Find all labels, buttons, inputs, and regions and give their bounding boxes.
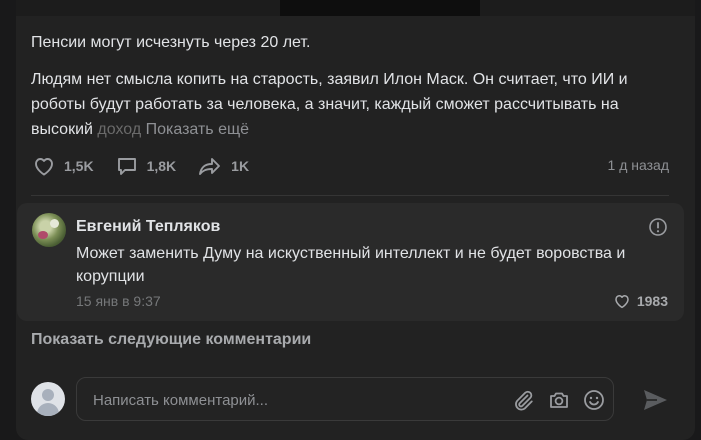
show-next-comments-link[interactable]: Показать следующие комментарии xyxy=(31,331,311,349)
comment-input[interactable] xyxy=(91,388,495,412)
comment-item: Евгений Тепляков Может заменить Думу на … xyxy=(17,203,684,321)
post-image-bottom-edge xyxy=(16,0,695,16)
comment-count: 1,8K xyxy=(146,158,177,174)
paperclip-icon xyxy=(515,390,533,411)
like-button[interactable]: 1,5K xyxy=(31,154,94,178)
comment-text: Может заменить Думу на искуственный инте… xyxy=(76,245,626,285)
heart-icon xyxy=(35,158,53,176)
like-count: 1,5K xyxy=(64,158,94,174)
share-arrow-icon xyxy=(199,158,221,175)
heart-icon xyxy=(615,295,629,309)
comment-author-name[interactable]: Евгений Тепляков xyxy=(76,218,220,236)
divider xyxy=(31,195,669,196)
emoji-button[interactable] xyxy=(582,388,606,417)
comment-like-count: 1983 xyxy=(636,293,668,309)
post-image-dark-area xyxy=(280,0,480,16)
comment-author-avatar[interactable] xyxy=(32,213,66,247)
send-icon xyxy=(644,390,667,410)
send-button[interactable] xyxy=(641,386,669,419)
comment-bubble-icon xyxy=(117,158,136,175)
post-title: Пенсии могут исчезнуть через 20 лет. xyxy=(31,34,311,51)
post-actions: 1,5K 1,8K 1K xyxy=(31,153,269,179)
attach-button[interactable] xyxy=(511,388,535,417)
comment-composer xyxy=(76,377,614,421)
show-more-link[interactable]: Показать ещё xyxy=(146,121,249,138)
comment-like-button[interactable]: 1983 xyxy=(612,292,668,310)
exclamation-circle-icon xyxy=(649,218,667,236)
comment-time[interactable]: 15 янв в 9:37 xyxy=(76,293,161,309)
share-count: 1K xyxy=(231,158,250,174)
report-button[interactable] xyxy=(648,217,668,242)
post-date: 1 д назад xyxy=(607,157,669,173)
post-body: Людям нет смысла копить на старость, зая… xyxy=(31,67,661,142)
smile-icon xyxy=(584,390,604,410)
camera-button[interactable] xyxy=(547,388,571,417)
comment-button[interactable]: 1,8K xyxy=(114,154,177,178)
post-body-faded-text: доход xyxy=(97,121,142,138)
camera-icon xyxy=(550,392,568,408)
share-button[interactable]: 1K xyxy=(196,154,249,178)
current-user-avatar xyxy=(31,382,65,416)
